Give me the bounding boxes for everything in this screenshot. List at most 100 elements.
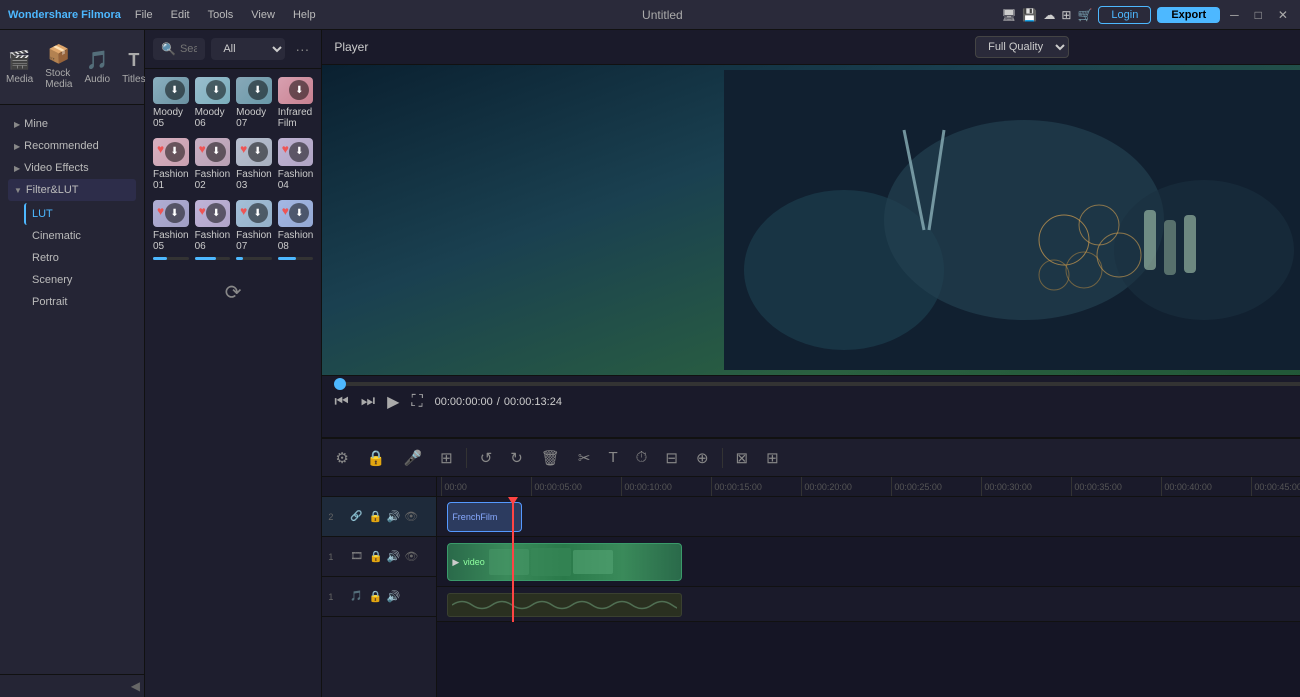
sidebar-sub-retro[interactable]: Retro <box>24 247 136 269</box>
track-label-filter: 2 🔗 🔒 🔊 👁 <box>322 497 436 537</box>
track-labels: 2 🔗 🔒 🔊 👁 1 🎞 🔒 <box>322 477 437 697</box>
timeline-tracks[interactable]: 00:00 00:00:05:00 00:00:10:00 00:00:15:0… <box>437 477 1300 697</box>
effect-fashion03[interactable]: ♥ ⬇ Fashion 03 <box>236 138 272 193</box>
sidebar-sub-cinematic[interactable]: Cinematic <box>24 225 136 247</box>
effect-fashion08[interactable]: ♥ ⬇ Fashion 08 <box>278 200 314 260</box>
clip-audio[interactable] <box>447 593 682 617</box>
menu-file[interactable]: File <box>127 7 161 23</box>
sidebar-sub-portrait[interactable]: Portrait <box>24 291 136 313</box>
undo-button[interactable]: ↺ <box>475 446 498 470</box>
clip-frenchfilm[interactable]: FrenchFilm <box>447 502 522 532</box>
redo-button[interactable]: ↻ <box>505 446 528 470</box>
effect-moody05[interactable]: ⬇ Moody 05 <box>153 77 189 132</box>
close-button[interactable]: ✕ <box>1274 6 1292 24</box>
ruler-mark-35: 00:00:35:00 <box>1071 477 1161 497</box>
fullscreen-button[interactable]: ⛶ <box>411 393 422 411</box>
menu-view[interactable]: View <box>243 7 283 23</box>
titlebar: Wondershare Filmora File Edit Tools View… <box>0 0 1300 30</box>
nav-audio[interactable]: 🎵 Audio <box>78 46 116 89</box>
menu-edit[interactable]: Edit <box>163 7 198 23</box>
track-audio-lock[interactable]: 🔒 <box>369 590 383 603</box>
titlebar-icon-grid[interactable]: ⊞ <box>1061 8 1071 22</box>
more-options-button[interactable]: ··· <box>291 39 313 59</box>
download-icon: ⬇ <box>165 142 185 162</box>
track-volume-btn[interactable]: 🔊 <box>386 510 400 523</box>
quality-control: Full Quality 1/2 1/4 <box>975 36 1069 58</box>
nav-media[interactable]: 🎬 Media <box>0 46 39 89</box>
sidebar-item-video-effects[interactable]: ▶ Video Effects <box>8 157 136 179</box>
sidebar-item-filter-lut[interactable]: ▼ Filter&LUT <box>8 179 136 201</box>
maximize-button[interactable]: □ <box>1251 6 1266 24</box>
video-effects-label: Video Effects <box>24 162 88 174</box>
track-audio-icon: 🎵 <box>350 591 362 602</box>
play-button[interactable]: ▶ <box>387 392 399 412</box>
effect-fashion06[interactable]: ♥ ⬇ Fashion 06 <box>195 200 231 260</box>
effect-fashion05[interactable]: ♥ ⬇ Fashion 05 <box>153 200 189 260</box>
login-button[interactable]: Login <box>1098 6 1151 24</box>
ruler-mark-40: 00:00:40:00 <box>1161 477 1251 497</box>
tl-separator2 <box>722 448 723 468</box>
app-logo: Wondershare Filmora <box>8 9 121 21</box>
step-back-button[interactable]: ⏮ <box>334 393 348 411</box>
sidebar-item-mine[interactable]: ▶ Mine <box>8 113 136 135</box>
video-area <box>322 65 1300 375</box>
menu-tools[interactable]: Tools <box>200 7 242 23</box>
collapse-button[interactable]: ◀ <box>131 679 140 693</box>
track-video-eye[interactable]: 👁 <box>404 550 418 563</box>
track-filter-icon: 🔗 <box>350 511 362 522</box>
titlebar-icon-save[interactable]: 💾 <box>1022 8 1037 22</box>
effect-fashion04[interactable]: ♥ ⬇ Fashion 04 <box>278 138 314 193</box>
track-video-vol[interactable]: 🔊 <box>387 550 401 563</box>
track-lock-btn[interactable]: 🔒 <box>369 510 383 523</box>
titlebar-icon-cart[interactable]: 🛒 <box>1077 8 1092 22</box>
effect-fashion07[interactable]: ♥ ⬇ Fashion 07 <box>236 200 272 260</box>
quality-select[interactable]: Full Quality 1/2 1/4 <box>975 36 1069 58</box>
effect-label: Moody 07 <box>236 104 272 132</box>
timeline-settings-button[interactable]: ⚙ <box>330 446 353 470</box>
timer-button[interactable]: ⏱ <box>631 446 653 469</box>
sidebar-sub-scenery[interactable]: Scenery <box>24 269 136 291</box>
download-icon: ⬇ <box>289 203 309 223</box>
effect-fashion01[interactable]: ♥ ⬇ Fashion 01 <box>153 138 189 193</box>
effect-label: Moody 05 <box>153 104 189 132</box>
titlebar-icon-cloud[interactable]: ☁ <box>1043 8 1055 22</box>
delete-button[interactable]: 🗑 <box>536 446 565 470</box>
effect-moody06[interactable]: ⬇ Moody 06 <box>195 77 231 132</box>
nav-stock-media[interactable]: 📦 Stock Media <box>39 40 78 94</box>
text-button[interactable]: T <box>604 446 623 469</box>
timeline-lock-button[interactable]: 🔒 <box>362 446 391 470</box>
sidebar-item-recommended[interactable]: ▶ Recommended <box>8 135 136 157</box>
frame-back-button[interactable]: ⏭ <box>361 393 375 411</box>
effect-moody07[interactable]: ⬇ Moody 07 <box>236 77 272 132</box>
track-audio-controls: 🔒 🔊 <box>369 590 400 603</box>
adjust-button[interactable]: ⊟ <box>660 446 683 470</box>
timeline-overlay-button[interactable]: ⊞ <box>435 446 458 470</box>
minimize-button[interactable]: ─ <box>1226 6 1243 24</box>
effect-fashion02[interactable]: ♥ ⬇ Fashion 02 <box>195 138 231 193</box>
titlebar-menu: File Edit Tools View Help <box>127 7 324 23</box>
cut-button[interactable]: ✂ <box>573 446 596 470</box>
effect-infrared[interactable]: ⬇ Infrared Film <box>278 77 314 132</box>
titlebar-icon-screen[interactable]: 🖥 <box>1001 8 1016 22</box>
menu-help[interactable]: Help <box>285 7 324 23</box>
playhead-arrow <box>508 497 518 505</box>
export-button[interactable]: Export <box>1157 7 1220 23</box>
audio-icon: 🎵 <box>86 50 108 71</box>
window-controls: ─ □ ✕ <box>1226 6 1292 24</box>
timeline-mic-button[interactable]: 🎤 <box>398 446 427 470</box>
split-button[interactable]: ⊠ <box>731 446 754 470</box>
sidebar-sub-lut[interactable]: LUT <box>24 203 136 225</box>
progress-bar[interactable] <box>334 382 1300 386</box>
track-audio-vol[interactable]: 🔊 <box>386 590 400 603</box>
track-eye-btn[interactable]: 👁 <box>404 510 418 523</box>
insert-media-button[interactable]: ⊞ <box>761 446 784 470</box>
filter-dropdown[interactable]: All Popular New <box>211 38 285 60</box>
download-icon: ⬇ <box>206 80 226 100</box>
download-icon: ⬇ <box>248 142 268 162</box>
heart-icon: ♥ <box>282 204 289 218</box>
clip-video[interactable]: ▶ video <box>447 543 682 581</box>
search-input[interactable] <box>180 43 197 55</box>
track-video-lock[interactable]: 🔒 <box>369 550 383 563</box>
video-icon: ▶ <box>452 557 459 568</box>
target-button[interactable]: ⊕ <box>691 446 714 470</box>
